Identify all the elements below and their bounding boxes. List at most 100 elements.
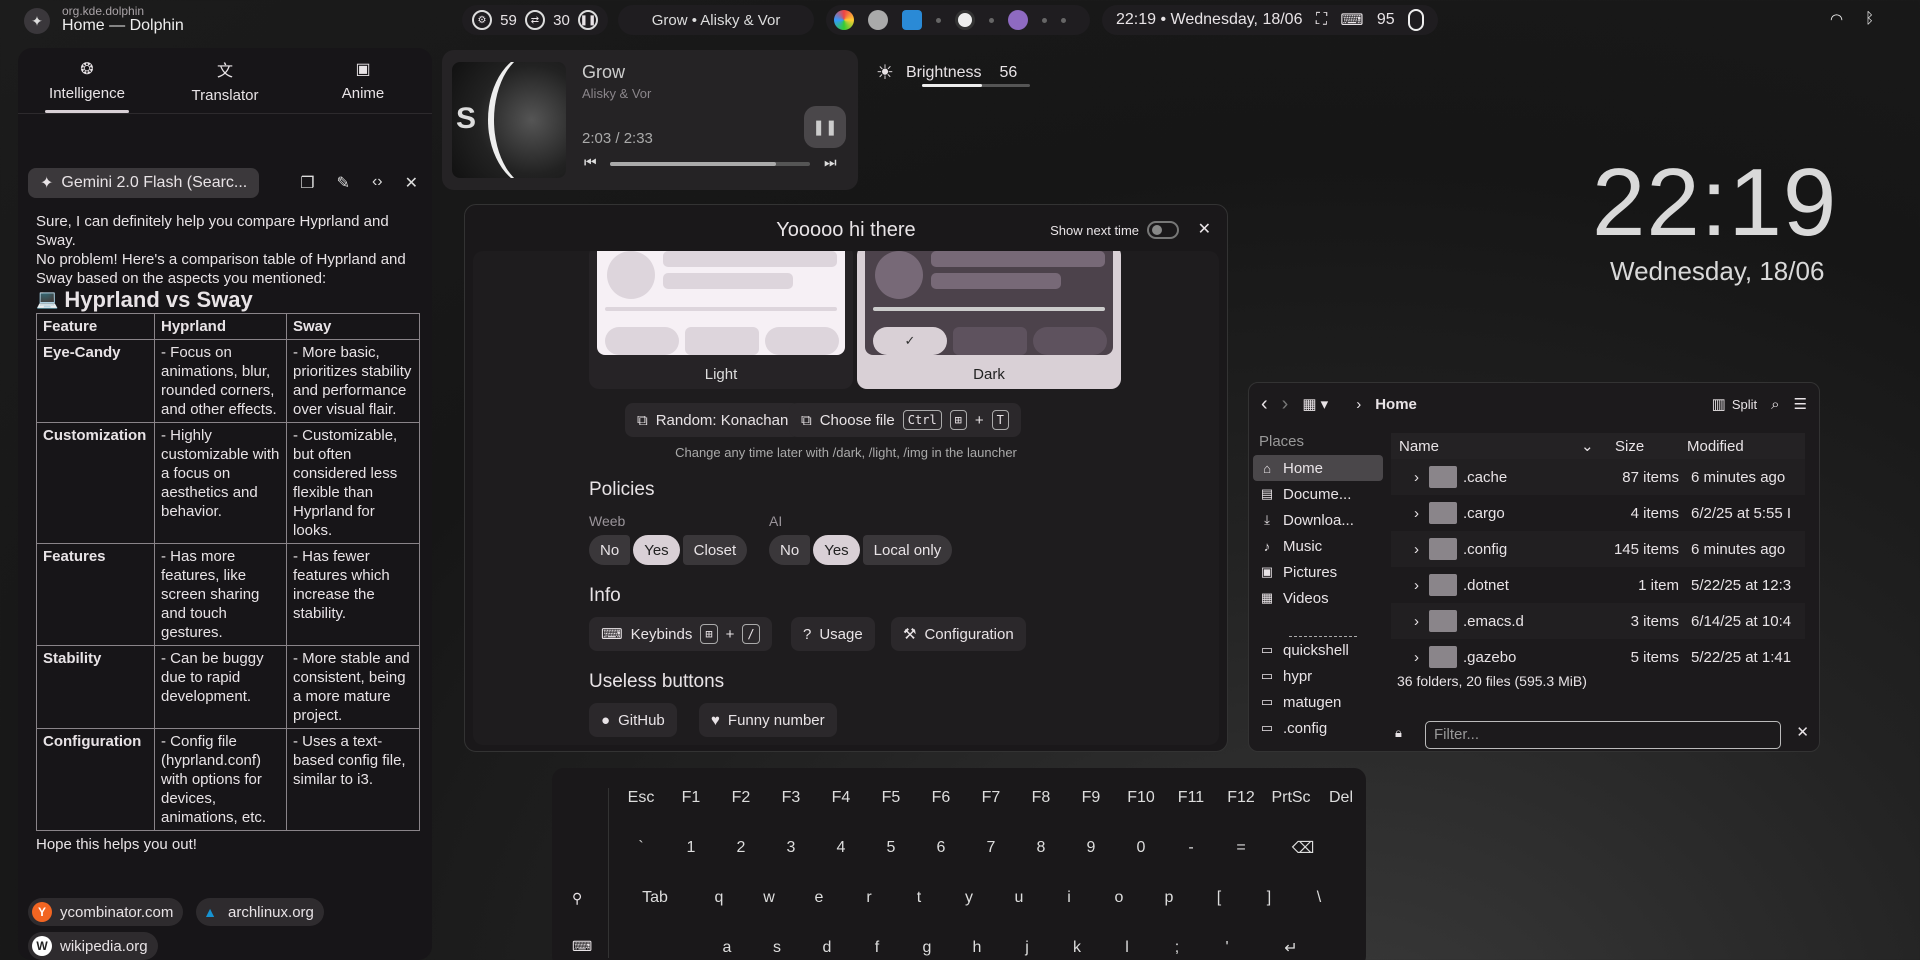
close-icon[interactable]: ✕ — [1198, 219, 1211, 239]
key-key[interactable]: F1 — [666, 780, 716, 816]
column-modified[interactable]: Modified — [1679, 438, 1744, 455]
now-playing-pill[interactable]: Grow • Alisky & Vor — [618, 5, 814, 35]
key-w[interactable]: w — [744, 880, 794, 916]
workspace-dot[interactable] — [1042, 17, 1047, 23]
expand-chevron-icon[interactable]: › — [1391, 577, 1429, 594]
key-1[interactable]: 1 — [666, 830, 716, 866]
key-key[interactable]: [ — [1194, 880, 1244, 916]
show-next-toggle[interactable] — [1147, 221, 1179, 239]
key-key[interactable]: F11 — [1166, 780, 1216, 816]
key-key[interactable]: ] — [1244, 880, 1294, 916]
key-key[interactable]: \ — [1294, 880, 1344, 916]
pin-icon[interactable]: ⚲ — [572, 890, 582, 907]
tab-intelligence[interactable]: ❂ Intelligence — [18, 48, 156, 113]
edit-icon[interactable]: ✎ — [337, 173, 350, 193]
key-d[interactable]: d — [802, 930, 852, 960]
key-f[interactable]: f — [852, 930, 902, 960]
key-q[interactable]: q — [694, 880, 744, 916]
table-row[interactable]: › .emacs.d 3 items 6/14/25 at 10:4 — [1391, 603, 1805, 639]
place-quickshell[interactable]: ▭ quickshell — [1253, 637, 1383, 663]
close-icon[interactable]: ✕ — [405, 173, 418, 193]
place-pictures[interactable]: ▣ Pictures — [1253, 559, 1383, 585]
table-row[interactable]: › .gazebo 5 items 5/22/25 at 1:41 — [1391, 639, 1805, 675]
place-videos[interactable]: ▦ Videos — [1253, 585, 1383, 611]
table-row[interactable]: › .cache 87 items 6 minutes ago — [1391, 459, 1805, 495]
key-o[interactable]: o — [1094, 880, 1144, 916]
key-3[interactable]: 3 — [766, 830, 816, 866]
workspace-apps-pill[interactable] — [826, 5, 1090, 35]
key-u[interactable]: u — [994, 880, 1044, 916]
key-key[interactable]: F5 — [866, 780, 916, 816]
choose-file-button[interactable]: ⧉ Choose file Ctrl ⊞ + T — [789, 403, 1021, 437]
key-7[interactable]: 7 — [966, 830, 1016, 866]
key-key[interactable]: - — [1166, 830, 1216, 866]
menu-icon[interactable]: ☰ — [1794, 395, 1807, 413]
key-0[interactable]: 0 — [1116, 830, 1166, 866]
key-key[interactable]: F3 — [766, 780, 816, 816]
previous-icon[interactable]: ⏮ — [584, 154, 597, 171]
disk-icon[interactable] — [868, 10, 888, 30]
key-5[interactable]: 5 — [866, 830, 916, 866]
launcher-app-icon[interactable] — [955, 10, 975, 30]
wifi-icon[interactable]: ◠ — [1830, 10, 1843, 28]
key-key[interactable]: = — [1216, 830, 1266, 866]
table-row[interactable]: › .dotnet 1 item 5/22/25 at 12:3 — [1391, 567, 1805, 603]
key-key[interactable]: Esc — [616, 780, 666, 816]
expand-chevron-icon[interactable]: › — [1391, 505, 1429, 522]
key-9[interactable]: 9 — [1066, 830, 1116, 866]
ai-local-only[interactable]: Local only — [862, 535, 953, 565]
funny-number-button[interactable]: ♥ Funny number — [699, 703, 837, 737]
view-mode-icon[interactable]: ▦ ▾ — [1302, 395, 1328, 413]
pause-button[interactable]: ❚❚ — [804, 106, 846, 148]
back-icon[interactable]: ‹ — [1261, 393, 1268, 416]
close-filter-icon[interactable]: ✕ — [1796, 723, 1809, 741]
place-home[interactable]: ⌂ Home — [1253, 455, 1383, 481]
key-key[interactable]: F12 — [1216, 780, 1266, 816]
key-key[interactable]: F4 — [816, 780, 866, 816]
github-button[interactable]: ● GitHub — [589, 703, 677, 737]
vscode-icon[interactable] — [902, 10, 922, 30]
source-chip-archlinux[interactable]: ▲ archlinux.org — [196, 898, 324, 926]
expand-chevron-icon[interactable]: › — [1391, 469, 1429, 486]
usage-button[interactable]: ? Usage — [791, 617, 875, 651]
key-8[interactable]: 8 — [1016, 830, 1066, 866]
table-row[interactable]: › .config 145 items 6 minutes ago — [1391, 531, 1805, 567]
place-config[interactable]: ▭ .config — [1253, 715, 1383, 741]
key-key[interactable]: ' — [1202, 930, 1252, 960]
key-key[interactable]: PrtSc — [1266, 780, 1316, 816]
key-key[interactable]: F10 — [1116, 780, 1166, 816]
key-a[interactable]: a — [702, 930, 752, 960]
model-selector[interactable]: ✦ Gemini 2.0 Flash (Searc... — [28, 168, 260, 198]
key-key[interactable]: ` — [616, 830, 666, 866]
key-key[interactable]: F6 — [916, 780, 966, 816]
configuration-button[interactable]: ⚒ Configuration — [891, 617, 1026, 651]
track-progress[interactable] — [610, 162, 810, 166]
key-e[interactable]: e — [794, 880, 844, 916]
copy-icon[interactable]: ❐ — [300, 173, 314, 193]
forward-icon[interactable]: › — [1282, 393, 1289, 416]
resources-pill[interactable]: ⚙ 59 ⇄ 30 ❚❚ — [462, 5, 608, 35]
keyboard-icon[interactable]: ⌨ — [1340, 10, 1363, 30]
expand-chevron-icon[interactable]: › — [1391, 649, 1429, 666]
lock-icon[interactable]: 🔒︎ — [1395, 725, 1402, 741]
launcher-icon[interactable]: ✦ — [24, 8, 50, 34]
column-name[interactable]: Name — [1391, 438, 1581, 455]
weeb-yes[interactable]: Yes — [633, 535, 680, 565]
key-4[interactable]: 4 — [816, 830, 866, 866]
search-icon[interactable]: ⌕ — [1771, 396, 1779, 413]
theme-dark-card[interactable]: ✓ Dark — [857, 251, 1121, 389]
key-key[interactable]: ↵ — [1252, 930, 1330, 960]
key-r[interactable]: r — [844, 880, 894, 916]
tab-translator[interactable]: 文 Translator — [156, 48, 294, 113]
key-key[interactable]: F9 — [1066, 780, 1116, 816]
ai-no[interactable]: No — [769, 535, 811, 565]
screenshot-icon[interactable]: ⛶ — [1316, 11, 1327, 29]
table-row[interactable]: › .cargo 4 items 6/2/25 at 5:55 I — [1391, 495, 1805, 531]
filter-input[interactable]: Filter... — [1425, 721, 1781, 749]
clock-pill[interactable]: 22:19 • Wednesday, 18/06 ⛶ ⌨ 95 — [1102, 5, 1438, 35]
weeb-no[interactable]: No — [589, 535, 631, 565]
key-l[interactable]: l — [1102, 930, 1152, 960]
key-key[interactable]: F2 — [716, 780, 766, 816]
brightness-slider[interactable] — [922, 84, 1030, 87]
key-key[interactable]: ; — [1152, 930, 1202, 960]
